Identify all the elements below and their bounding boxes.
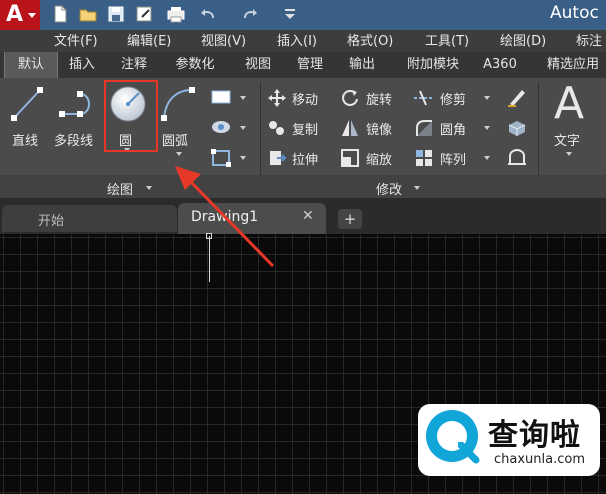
chevron-down-icon[interactable]: [146, 186, 152, 190]
mirror-icon[interactable]: [340, 118, 360, 138]
menu-insert[interactable]: 插入(I): [277, 31, 317, 53]
hatch-icon[interactable]: [210, 118, 232, 136]
scale-icon[interactable]: [340, 148, 360, 168]
tab-output[interactable]: 输出: [342, 52, 382, 78]
rectangle-icon[interactable]: [210, 88, 232, 106]
tab-a360[interactable]: A360: [478, 52, 522, 78]
undo-icon[interactable]: [198, 4, 218, 24]
text-label[interactable]: 文字: [554, 130, 580, 149]
line-label[interactable]: 直线: [12, 130, 38, 149]
draw-panel-label[interactable]: 绘图: [107, 179, 133, 198]
tab-start[interactable]: [2, 205, 177, 232]
modify-panel-label[interactable]: 修改: [376, 179, 402, 198]
chevron-down-icon[interactable]: [240, 96, 246, 100]
save-icon[interactable]: [106, 4, 126, 24]
array-icon[interactable]: [414, 148, 434, 168]
move-label[interactable]: 移动: [292, 89, 318, 108]
new-tab-button[interactable]: +: [338, 209, 362, 229]
trim-icon[interactable]: [412, 88, 436, 108]
magnifier-handle-icon: [458, 442, 480, 464]
scale-label[interactable]: 缩放: [366, 149, 392, 168]
move-icon[interactable]: [267, 88, 287, 108]
array-label[interactable]: 阵列: [440, 149, 466, 168]
fillet-label[interactable]: 圆角: [440, 119, 466, 138]
rotate-icon[interactable]: [340, 88, 360, 108]
watermark-url: chaxunla.com: [494, 452, 585, 467]
menu-dimension[interactable]: 标注: [576, 31, 602, 53]
chevron-down-icon[interactable]: [566, 152, 572, 156]
menu-view[interactable]: 视图(V): [201, 31, 246, 53]
menu-file[interactable]: 文件(F): [54, 31, 98, 53]
chevron-down-icon[interactable]: [414, 186, 420, 190]
circle-highlight-box: [104, 80, 158, 152]
explode-icon[interactable]: [506, 116, 528, 138]
menu-tools[interactable]: 工具(T): [425, 31, 469, 53]
stretch-label[interactable]: 拉伸: [292, 149, 318, 168]
trim-label[interactable]: 修剪: [440, 89, 466, 108]
application-menu-button[interactable]: A: [0, 0, 40, 30]
tab-addins[interactable]: 附加模块: [398, 52, 468, 78]
chevron-down-icon[interactable]: [176, 152, 182, 156]
chevron-down-icon[interactable]: [484, 156, 490, 160]
erase-icon[interactable]: [506, 86, 528, 108]
watermark-text: 查询啦: [488, 418, 581, 453]
chevron-down-icon[interactable]: [484, 126, 490, 130]
tab-view[interactable]: 视图: [238, 52, 278, 78]
polyline-label[interactable]: 多段线: [54, 130, 93, 149]
menu-format[interactable]: 格式(O): [347, 31, 393, 53]
arc-label[interactable]: 圆弧: [162, 130, 188, 149]
print-icon[interactable]: [166, 4, 186, 24]
annotation-arrow-icon: [175, 166, 275, 268]
tab-annotate[interactable]: 注释: [114, 52, 154, 78]
chevron-down-icon: [28, 13, 36, 18]
tab-start-label: 开始: [38, 214, 65, 229]
menu-draw[interactable]: 绘图(D): [500, 31, 546, 53]
panel-label-bar: [0, 175, 606, 198]
menu-edit[interactable]: 编辑(E): [127, 31, 171, 53]
offset-icon[interactable]: [506, 146, 528, 168]
tab-insert[interactable]: 插入: [62, 52, 102, 78]
tab-featured-apps[interactable]: 精选应用: [540, 52, 606, 78]
tab-parametric[interactable]: 参数化: [168, 52, 222, 78]
text-icon[interactable]: A: [554, 80, 584, 128]
redo-icon[interactable]: [240, 4, 260, 24]
tab-manage[interactable]: 管理: [290, 52, 330, 78]
new-icon[interactable]: [50, 4, 70, 24]
chevron-down-icon[interactable]: [240, 126, 246, 130]
autocad-logo-icon: A: [6, 2, 24, 27]
app-title: Autoc: [550, 3, 599, 23]
mirror-label[interactable]: 镜像: [366, 119, 392, 138]
close-icon[interactable]: ✕: [302, 208, 314, 224]
arc-icon[interactable]: [160, 84, 196, 124]
copy-icon[interactable]: [267, 118, 287, 138]
customize-icon[interactable]: [280, 4, 300, 24]
line-icon[interactable]: [10, 84, 44, 124]
polyline-icon[interactable]: [58, 86, 98, 122]
saveas-icon[interactable]: [134, 4, 154, 24]
copy-label[interactable]: 复制: [292, 119, 318, 138]
rotate-label[interactable]: 旋转: [366, 89, 392, 108]
open-icon[interactable]: [78, 4, 98, 24]
tab-default[interactable]: 默认: [4, 52, 58, 78]
fillet-icon[interactable]: [414, 118, 434, 138]
chevron-down-icon[interactable]: [484, 96, 490, 100]
